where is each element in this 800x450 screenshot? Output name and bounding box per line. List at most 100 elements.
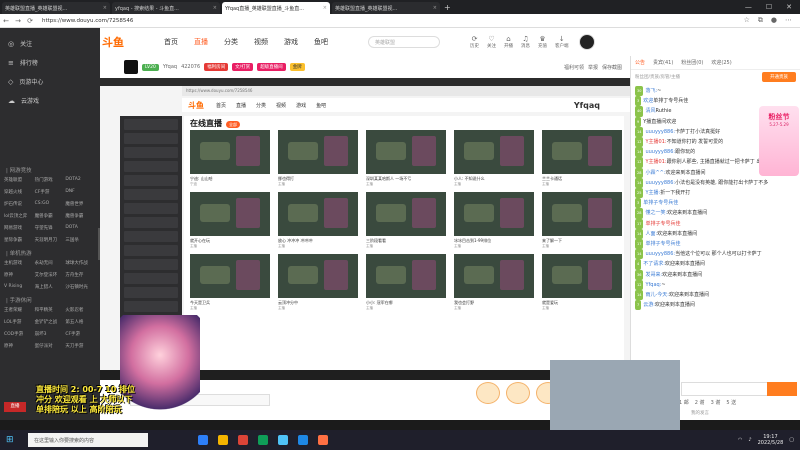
sidebar-game-link[interactable]: 魔兽争霸 (35, 213, 66, 219)
sidebar-game-link[interactable]: 火影忍者 (65, 307, 96, 313)
chat-username[interactable]: uuuyyy886: (645, 180, 675, 186)
browser-tab-1[interactable]: 英雄联盟直播_英雄联盟视... × (2, 2, 110, 14)
volume-icon[interactable]: ♪ (748, 437, 751, 443)
close-icon[interactable]: × (323, 5, 327, 11)
tab-welcome[interactable]: 欢迎(25) (711, 59, 731, 66)
bookmark-icon[interactable]: ☆ (744, 16, 750, 25)
sidebar-game-link[interactable]: 海上猎人 (35, 284, 66, 290)
stream-card[interactable]: 我也会打野 主播 (454, 254, 534, 312)
chat-username[interactable]: 单排子专号兵佳 (645, 221, 680, 227)
gold-badge[interactable]: 金牌 (289, 63, 305, 71)
sidebar-game-link[interactable]: 三国杀 (65, 237, 96, 243)
sidebar-game-link[interactable]: 英雄联盟 (4, 177, 35, 183)
fans-text[interactable]: 福利可领 (564, 64, 584, 71)
save-screenshot-link[interactable]: 保存截图 (602, 64, 622, 71)
browser-tab-3[interactable]: Yfqaq直播_英雄联盟直播_斗鱼直... × (222, 2, 330, 14)
sidebar-game-link[interactable]: DOTA (65, 225, 96, 231)
nav-category[interactable]: 分类 (224, 37, 238, 47)
reload-icon[interactable]: ⟳ (24, 17, 36, 25)
top-icon-button[interactable]: ⟳ 历史 (470, 35, 479, 49)
sidebar-game-link[interactable]: DOTA2 (65, 177, 96, 183)
nav-live[interactable]: 直播 (194, 37, 208, 47)
stream-card[interactable]: 深圳某某哈斯人 一场不亏 主播 (366, 130, 446, 188)
stream-card[interactable]: 就开心在玩 主播 (190, 192, 270, 250)
nav-video[interactable]: 视频 (254, 37, 268, 47)
chat-username[interactable]: Y主播01: (645, 159, 666, 165)
top-icon-button[interactable]: ♛ 充值 (538, 35, 547, 49)
chat-username[interactable]: 单排子专号兵佳 (645, 241, 680, 247)
taskbar-app-icon[interactable] (318, 435, 328, 445)
extensions-icon[interactable]: ⧉ (758, 16, 763, 25)
stream-card[interactable]: 小小: 冠军在哪 主播 (366, 254, 446, 312)
nav-games[interactable]: 游戏 (284, 37, 298, 47)
sidebar-game-link[interactable]: CF手游 (35, 189, 66, 195)
chat-username[interactable]: 人面: (645, 231, 657, 237)
welfare-badge[interactable]: 福利房间 (204, 63, 229, 71)
sidebar-game-link[interactable]: lol云顶之弈 (4, 213, 35, 219)
sidebar-game-link[interactable]: 星际争霸 (4, 237, 35, 243)
chat-username[interactable]: 雨儿-今天: (645, 292, 669, 298)
sidebar-item-pagegames[interactable]: ◇ 页游中心 (0, 72, 100, 91)
sidebar-item-rank[interactable]: ≡ 排行榜 (0, 53, 100, 72)
taskbar-app-icon[interactable] (278, 435, 288, 445)
sidebar-game-link[interactable]: 原神 (4, 272, 35, 278)
search-input[interactable]: 英雄联盟 (368, 36, 440, 48)
chat-username[interactable]: 欢迎 (643, 98, 653, 104)
chat-username[interactable]: Y主播01: (645, 139, 666, 145)
system-clock[interactable]: 19:17 2022/5/28 (758, 434, 784, 446)
maximize-icon[interactable]: ☐ (766, 3, 772, 11)
taskbar-app-icon[interactable] (238, 435, 248, 445)
taskbar-app-icon[interactable] (298, 435, 308, 445)
chat-username[interactable]: 懂之一笑: (645, 210, 667, 216)
sidebar-item-follow[interactable]: ◎ 关注 (0, 34, 100, 53)
chat-username[interactable]: Y主播: (645, 190, 660, 196)
sidebar-game-link[interactable]: 永劫无间 (35, 260, 66, 266)
avatar[interactable] (578, 34, 595, 50)
stream-card[interactable]: 兰兰卡通话 主播 (542, 130, 622, 188)
gift-icon[interactable] (506, 382, 530, 404)
sidebar-game-link[interactable]: V Rising (4, 284, 35, 290)
stream-card[interactable]: 三阶段看看 主播 (366, 192, 446, 250)
sidebar-game-link[interactable]: 艾尔登法环 (35, 272, 66, 278)
back-icon[interactable]: ← (0, 17, 12, 25)
tab-notice[interactable]: 公告 (635, 59, 645, 66)
stream-card[interactable]: 就是爱玩 主播 (542, 254, 622, 312)
sidebar-game-link[interactable]: 守望先锋 (35, 225, 66, 231)
minimize-icon[interactable]: — (745, 3, 752, 11)
top-icon-button[interactable]: ♫ 消息 (521, 35, 530, 49)
stream-card[interactable]: 放心 冲冲冲 冲冲冲 主播 (278, 192, 358, 250)
fan-festival-promo[interactable]: 粉丝节 5.27-5.29 (759, 106, 799, 176)
browser-tab-2[interactable]: yfqaq - 搜索结果 - 斗鱼直... × (112, 2, 220, 14)
send-button[interactable] (767, 382, 797, 396)
close-icon[interactable]: × (433, 5, 437, 11)
chat-tool-button[interactable]: 2 谢 (695, 399, 705, 406)
browser-tab-4[interactable]: 英雄联盟直播_英雄联盟视... × (332, 2, 440, 14)
forward-icon[interactable]: → (12, 17, 24, 25)
chat-username[interactable]: 清风 (645, 108, 655, 114)
sidebar-game-link[interactable]: 球球大作战 (65, 260, 96, 266)
sidebar-game-link[interactable]: 魔兽争霸 (65, 213, 96, 219)
tab-fans[interactable]: 粉丝团(0) (681, 59, 703, 66)
open-noble-button[interactable]: 开通贵族 (762, 72, 796, 82)
close-icon[interactable]: × (213, 5, 217, 11)
top-icon-button[interactable]: ♡ 关注 (487, 35, 496, 49)
chat-username[interactable]: 小霖^^: (645, 170, 665, 176)
notification-icon[interactable]: ▢ (789, 437, 794, 443)
stream-card[interactable]: 小人: 不知说什么 主播 (454, 130, 534, 188)
close-icon[interactable]: × (103, 5, 107, 11)
sidebar-game-link[interactable]: CS:GO (35, 201, 66, 207)
sidebar-game-link[interactable]: 热门游戏 (35, 177, 66, 183)
sidebar-game-link[interactable]: 主机游戏 (4, 260, 35, 266)
chat-tool-button[interactable]: 3 谢 (711, 399, 721, 406)
live-badge[interactable]: 直播 (4, 402, 26, 412)
close-window-icon[interactable]: ✕ (786, 3, 792, 11)
tab-vip[interactable]: 贵宾(41) (653, 59, 673, 66)
profile-icon[interactable]: ● (771, 16, 777, 25)
menu-icon[interactable]: ⋯ (785, 16, 792, 25)
sidebar-game-link[interactable]: DNF (65, 189, 96, 195)
taskbar-app-icon[interactable] (258, 435, 268, 445)
chat-tool-button[interactable]: 1 邮 (679, 399, 689, 406)
chat-username[interactable]: 发哥来: (645, 272, 662, 278)
chat-tool-button[interactable]: 5 送 (726, 399, 736, 406)
nav-home[interactable]: 首页 (164, 37, 178, 47)
